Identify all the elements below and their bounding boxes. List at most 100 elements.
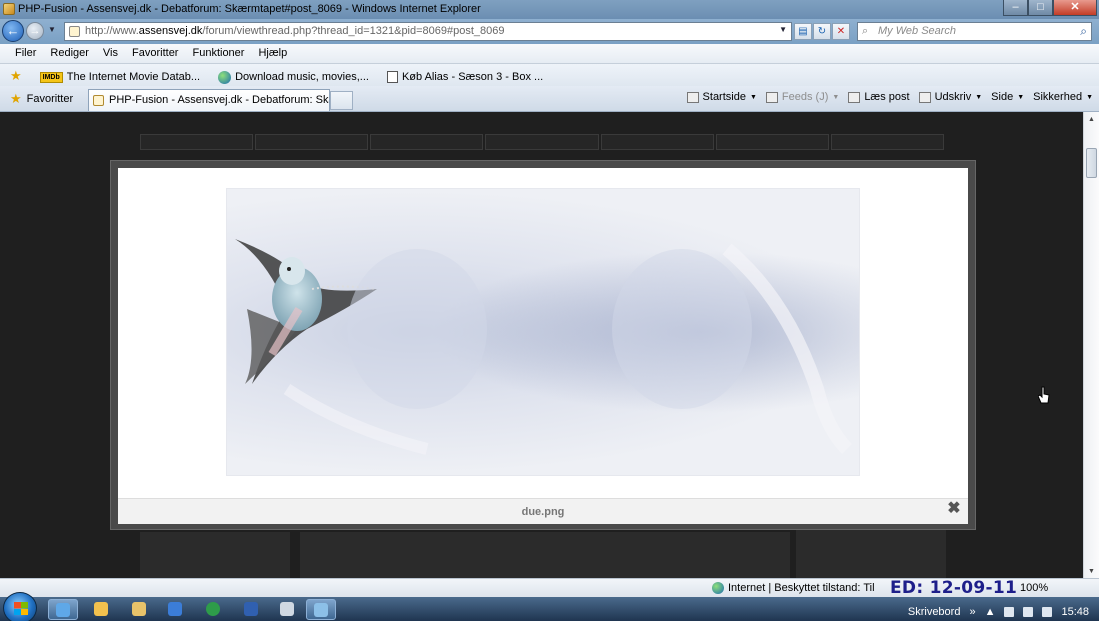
page-menu-button[interactable]: Side ▼	[991, 91, 1024, 103]
feeds-label: Feeds (J)	[781, 91, 829, 103]
taskbar-app-6[interactable]	[236, 599, 266, 620]
address-dropdown-icon[interactable]: ▼	[779, 25, 787, 34]
vertical-scrollbar[interactable]: ▲ ▼	[1083, 112, 1099, 578]
home-button[interactable]: Startside ▼	[686, 91, 757, 103]
app-icon	[168, 602, 182, 616]
recent-pages-dropdown[interactable]: ▼	[48, 25, 56, 34]
menu-edit[interactable]: Rediger	[43, 47, 96, 63]
read-mail-button[interactable]: Læs post	[848, 91, 910, 103]
menu-help[interactable]: Hjælp	[251, 47, 294, 63]
taskbar-app-7[interactable]	[272, 599, 302, 620]
safety-menu-button[interactable]: Sikkerhed ▼	[1033, 91, 1093, 103]
action-center-flag-icon[interactable]	[1004, 606, 1015, 617]
home-dropdown-icon[interactable]: ▼	[750, 94, 757, 101]
maximize-button[interactable]: □	[1028, 0, 1053, 16]
lightbox-caption: due.png	[118, 498, 968, 524]
address-row: ← → ▼ http://www.assensvej.dk/forum/view…	[0, 19, 1099, 44]
menu-tools[interactable]: Funktioner	[185, 47, 251, 63]
dimmed-post-block	[300, 532, 790, 578]
dimmed-nav-item	[140, 134, 254, 150]
minimize-button[interactable]: –	[1003, 0, 1028, 16]
add-favorite-star-icon[interactable]: ★	[10, 68, 22, 86]
tab-bar: ★ Favoritter PHP-Fusion - Assensvej.dk -…	[0, 86, 1099, 112]
dimmed-nav-item	[600, 134, 714, 150]
imdb-icon: IMDb	[39, 71, 63, 83]
forward-button[interactable]: →	[26, 22, 44, 40]
feeds-button[interactable]: Feeds (J) ▼	[765, 91, 839, 103]
search-icon[interactable]: ⌕	[1080, 24, 1087, 39]
search-input[interactable]: ⌕ My Web Search ⌕	[857, 22, 1092, 41]
tab-title: PHP-Fusion - Assensvej.dk - Debatforum: …	[109, 94, 329, 106]
ie-icon	[56, 603, 70, 617]
url-path: /forum/viewthread.php?thread_id=1321&pid…	[202, 25, 505, 37]
print-label: Udskriv	[934, 91, 972, 103]
clock[interactable]: 15:48	[1061, 606, 1089, 618]
lightbox-content: due.png ✖	[118, 168, 968, 524]
menu-bar: Filer Rediger Vis Favoritter Funktioner …	[0, 44, 1099, 64]
favorites-button[interactable]: ★ Favoritter	[10, 91, 73, 107]
taskbar-app-4[interactable]	[160, 599, 190, 620]
dimmed-nav-item	[830, 134, 944, 150]
print-button[interactable]: Udskriv ▼	[918, 91, 982, 103]
taskbar-app-5[interactable]	[198, 599, 228, 620]
new-tab-button[interactable]	[330, 91, 353, 110]
home-icon	[686, 91, 699, 103]
mail-icon	[848, 91, 861, 103]
taskbar-explorer[interactable]	[124, 599, 154, 620]
page-icon	[386, 71, 398, 83]
volume-icon[interactable]	[1042, 606, 1053, 617]
tab-active[interactable]: PHP-Fusion - Assensvej.dk - Debatforum: …	[88, 89, 330, 111]
document-icon	[280, 602, 294, 616]
system-tray: Skrivebord » ▲ 15:48	[908, 597, 1099, 621]
compatibility-view-button[interactable]: ▤	[794, 23, 812, 40]
dimmed-panel-block	[796, 528, 946, 578]
taskbar-ie[interactable]	[48, 599, 78, 620]
printer-icon	[918, 91, 931, 103]
desktop-toolbar-label[interactable]: Skrivebord	[908, 606, 961, 618]
url-prefix: http://www.	[85, 25, 139, 37]
link-alias-box[interactable]: Køb Alias - Sæson 3 - Box ...	[386, 68, 543, 86]
safety-menu-label: Sikkerhed	[1033, 91, 1083, 103]
security-zone[interactable]: Internet | Beskyttet tilstand: Til	[712, 582, 875, 594]
show-hidden-icons-icon[interactable]: ▲	[985, 606, 996, 618]
scroll-up-icon[interactable]: ▲	[1088, 116, 1095, 123]
search-placeholder: My Web Search	[878, 25, 957, 37]
scroll-thumb[interactable]	[1086, 148, 1097, 178]
image-lightbox: due.png ✖	[110, 160, 976, 530]
menu-favorites[interactable]: Favoritter	[125, 47, 185, 63]
network-icon[interactable]	[1023, 606, 1034, 617]
stop-button[interactable]: ✕	[832, 23, 850, 40]
address-input[interactable]: http://www.assensvej.dk/forum/viewthread…	[64, 22, 792, 41]
feeds-dropdown-icon[interactable]: ▼	[832, 94, 839, 101]
refresh-button[interactable]: ↻	[813, 23, 831, 40]
taskbar-app-2[interactable]	[86, 599, 116, 620]
taskbar: Skrivebord » ▲ 15:48	[0, 592, 1099, 621]
window-controls: – □ ✕	[1003, 0, 1097, 16]
back-button[interactable]: ←	[2, 20, 24, 42]
page-dropdown-icon: ▼	[1017, 93, 1025, 101]
menu-view[interactable]: Vis	[96, 47, 125, 63]
taskbar-app-8[interactable]	[306, 599, 336, 620]
chat-icon	[206, 602, 220, 616]
start-button[interactable]	[3, 592, 37, 621]
close-icon[interactable]: ✖	[946, 501, 962, 517]
dimmed-nav-item	[485, 134, 599, 150]
globe-icon	[218, 70, 232, 84]
title-bar: PHP-Fusion - Assensvej.dk - Debatforum: …	[0, 0, 1099, 19]
toolbar-expand-icon[interactable]: »	[969, 606, 975, 618]
print-dropdown-icon[interactable]: ▼	[975, 94, 982, 101]
zone-label: Internet | Beskyttet tilstand: Til	[728, 582, 875, 594]
scroll-down-icon[interactable]: ▼	[1088, 568, 1095, 575]
link-imdb-label: The Internet Movie Datab...	[66, 71, 201, 83]
url-domain: assensvej.dk	[138, 25, 203, 37]
link-download-music[interactable]: Download music, movies,...	[218, 68, 369, 86]
home-label: Startside	[702, 91, 746, 103]
site-favicon-icon	[69, 26, 80, 37]
dimmed-site-nav	[140, 134, 944, 150]
close-window-button[interactable]: ✕	[1053, 0, 1097, 16]
menu-file[interactable]: Filer	[8, 47, 43, 63]
read-mail-label: Læs post	[864, 91, 910, 103]
link-download-label: Download music, movies,...	[235, 71, 369, 83]
favorites-star-icon: ★	[10, 91, 22, 106]
link-imdb[interactable]: IMDb The Internet Movie Datab...	[39, 68, 201, 86]
